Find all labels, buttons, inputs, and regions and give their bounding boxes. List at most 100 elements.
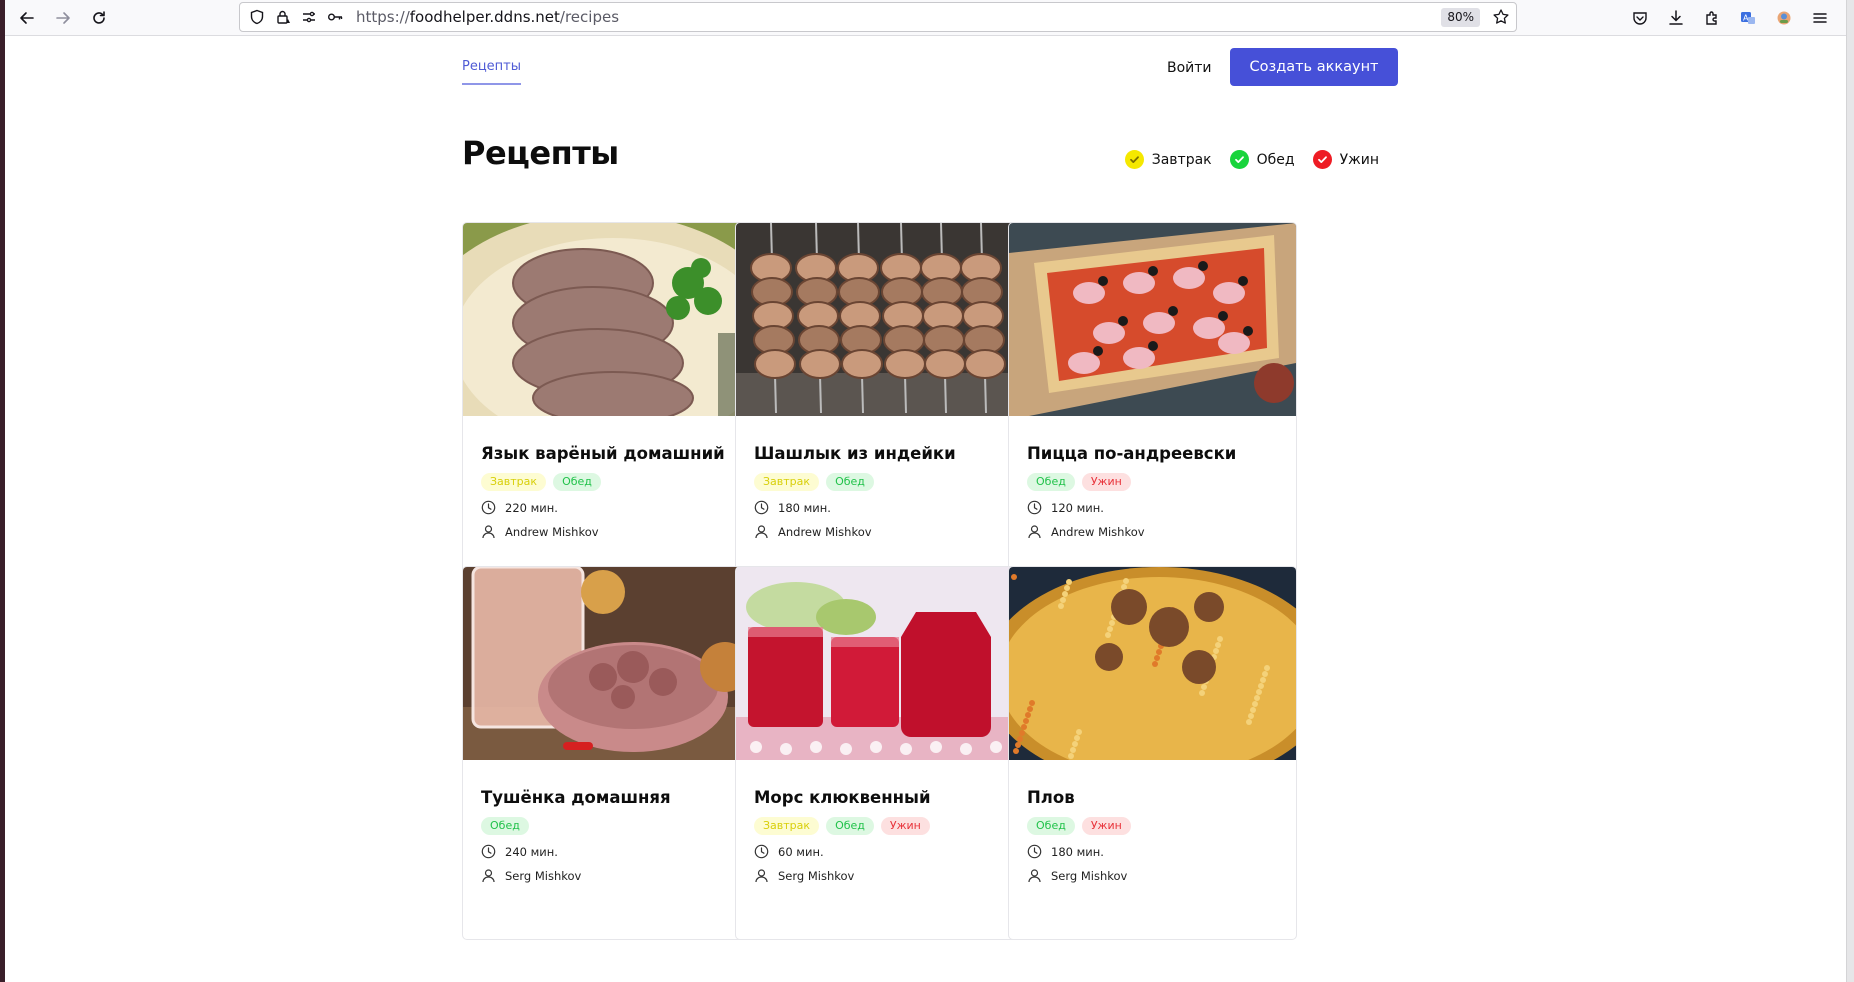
cook-time: 120 мин. bbox=[1027, 500, 1104, 515]
meal-tag: Обед bbox=[1027, 817, 1075, 835]
cook-time: 240 мин. bbox=[481, 844, 558, 859]
recipe-title[interactable]: Тушёнка домашняя bbox=[481, 788, 671, 807]
legend-item: Ужин bbox=[1312, 150, 1379, 169]
recipe-card[interactable]: Плов Обед Ужин 180 мин. Serg Mishkov bbox=[1008, 566, 1297, 940]
recipe-author: Andrew Mishkov bbox=[481, 524, 599, 539]
bookmark-star-icon[interactable] bbox=[1492, 8, 1510, 26]
page-title: Рецепты bbox=[462, 134, 619, 172]
recipe-title[interactable]: Язык варёный домашний bbox=[481, 444, 725, 463]
meal-tag: Обед bbox=[1027, 473, 1075, 491]
user-icon bbox=[1028, 869, 1041, 883]
legend-label: Ужин bbox=[1339, 151, 1379, 168]
url-path: /recipes bbox=[559, 8, 620, 26]
avatar-icon bbox=[1777, 11, 1791, 25]
cook-time-value: 240 мин. bbox=[505, 844, 558, 859]
meal-tag: Завтрак bbox=[754, 473, 820, 491]
profile-extension-button[interactable] bbox=[1766, 0, 1802, 36]
meal-tag: Завтрак bbox=[481, 473, 547, 491]
recipe-image[interactable] bbox=[463, 223, 750, 416]
permissions-icon[interactable] bbox=[296, 3, 322, 31]
meal-tag: Ужин bbox=[880, 817, 930, 835]
meal-tag: Ужин bbox=[1081, 817, 1131, 835]
page-content: Рецепты Войти Создать аккаунт Рецепты За… bbox=[462, 36, 1398, 940]
zoom-level-button[interactable]: 80% bbox=[1441, 8, 1480, 27]
meal-type-legend: Завтрак Обед Ужин bbox=[1107, 150, 1379, 169]
recipe-title[interactable]: Плов bbox=[1027, 788, 1075, 807]
author-name: Serg Mishkov bbox=[1051, 868, 1128, 883]
url-text[interactable]: https://foodhelper.ddns.net/recipes bbox=[356, 8, 619, 26]
meal-tag: Завтрак bbox=[754, 817, 820, 835]
cook-time-value: 180 мин. bbox=[1051, 844, 1104, 859]
meal-tag: Ужин bbox=[1081, 473, 1131, 491]
clock-icon bbox=[481, 500, 496, 515]
user-icon bbox=[755, 525, 768, 539]
recipe-card[interactable]: Пицца по-андреевски Обед Ужин 120 мин. Andre… bbox=[1008, 222, 1297, 596]
clock-icon bbox=[754, 844, 769, 859]
url-scheme: https:// bbox=[356, 8, 410, 26]
cook-time-value: 120 мин. bbox=[1051, 500, 1104, 515]
recipe-card[interactable]: Шашлык из индейки Завтрак Обед 180 мин. Andr… bbox=[735, 222, 1024, 596]
cook-time-value: 220 мин. bbox=[505, 500, 558, 515]
arrow-left-icon bbox=[20, 11, 34, 24]
cook-time-value: 60 мин. bbox=[778, 844, 824, 859]
recipe-image[interactable] bbox=[1009, 567, 1296, 760]
downloads-button[interactable] bbox=[1658, 0, 1694, 36]
clock-icon bbox=[754, 500, 769, 515]
recipe-author: Serg Mishkov bbox=[481, 868, 581, 883]
recipe-image[interactable] bbox=[463, 567, 750, 760]
author-name: Andrew Mishkov bbox=[1051, 524, 1145, 539]
hamburger-menu-icon bbox=[1813, 13, 1827, 23]
translate-extension-button[interactable]: A bbox=[1730, 0, 1766, 36]
nav-link-recipes[interactable]: Рецепты bbox=[462, 59, 522, 85]
arrow-right-icon bbox=[56, 11, 70, 24]
recipe-card[interactable]: Морс клюквенный Завтрак Обед Ужин 60 мин. Ser… bbox=[735, 566, 1024, 940]
recipe-card[interactable]: Язык варёный домашний Завтрак Обед 220 мин.… bbox=[462, 222, 751, 596]
forward-button[interactable] bbox=[45, 0, 81, 36]
create-account-button[interactable]: Создать аккаунт bbox=[1230, 48, 1398, 86]
recipe-title[interactable]: Шашлык из индейки bbox=[754, 444, 956, 463]
recipe-card[interactable]: Тушёнка домашняя Обед 240 мин. Serg Mishkov bbox=[462, 566, 751, 940]
check-icon bbox=[1312, 150, 1332, 169]
reload-icon bbox=[93, 10, 105, 24]
cook-time-value: 180 мин. bbox=[778, 500, 831, 515]
recipe-title[interactable]: Пицца по-андреевски bbox=[1027, 444, 1236, 463]
cook-time: 180 мин. bbox=[754, 500, 831, 515]
recipe-image[interactable] bbox=[736, 567, 1023, 760]
reload-button[interactable] bbox=[81, 0, 117, 36]
recipe-author: Andrew Mishkov bbox=[754, 524, 872, 539]
recipe-image[interactable] bbox=[1009, 223, 1296, 416]
recipe-image[interactable] bbox=[736, 223, 1023, 416]
shield-icon[interactable] bbox=[244, 3, 270, 31]
menu-button[interactable] bbox=[1802, 0, 1838, 36]
user-icon bbox=[482, 525, 495, 539]
login-link[interactable]: Войти bbox=[1167, 60, 1212, 76]
extensions-button[interactable] bbox=[1694, 0, 1730, 36]
meal-tags: Обед bbox=[481, 817, 536, 835]
scrollbar[interactable] bbox=[1846, 0, 1854, 982]
browser-toolbar: https://foodhelper.ddns.net/recipes 80% … bbox=[5, 0, 1846, 36]
url-host: foodhelper.ddns.net bbox=[409, 8, 560, 26]
back-button[interactable] bbox=[9, 0, 45, 36]
author-name: Serg Mishkov bbox=[778, 868, 855, 883]
pocket-icon bbox=[1633, 12, 1647, 25]
puzzle-icon bbox=[1706, 11, 1717, 25]
recipe-author: Serg Mishkov bbox=[1027, 868, 1127, 883]
meal-tags: Завтрак Обед bbox=[481, 473, 608, 491]
author-name: Andrew Mishkov bbox=[778, 524, 872, 539]
meal-tags: Завтрак Обед Ужин bbox=[754, 817, 937, 835]
pocket-button[interactable] bbox=[1622, 0, 1658, 36]
cook-time: 60 мин. bbox=[754, 844, 824, 859]
recipe-title[interactable]: Морс клюквенный bbox=[754, 788, 931, 807]
clock-icon bbox=[1027, 500, 1042, 515]
key-icon[interactable] bbox=[322, 3, 348, 31]
heading-row: Рецепты Завтрак Обед Ужин bbox=[462, 92, 1397, 222]
legend-label: Завтрак bbox=[1151, 151, 1212, 168]
address-bar[interactable]: https://foodhelper.ddns.net/recipes 80% bbox=[239, 2, 1517, 32]
meal-tag: Обед bbox=[553, 473, 601, 491]
cook-time: 220 мин. bbox=[481, 500, 558, 515]
meal-tag: Обед bbox=[481, 817, 529, 835]
meal-tag: Обед bbox=[826, 473, 874, 491]
lock-warning-icon[interactable] bbox=[270, 3, 296, 31]
legend-item: Обед bbox=[1229, 150, 1295, 169]
check-icon bbox=[1229, 150, 1249, 169]
